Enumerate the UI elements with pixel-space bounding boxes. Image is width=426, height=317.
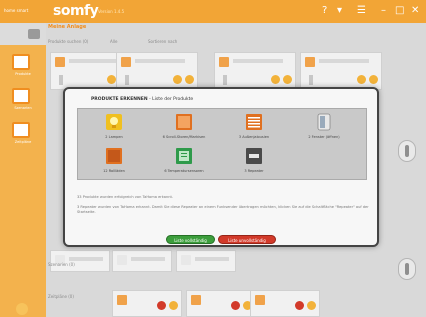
toolbar: Produkte suchen (0) Alle Sortieren nach: [48, 37, 418, 49]
sort-dropdown[interactable]: Sortieren nach: [148, 39, 177, 44]
settings-icon[interactable]: [16, 303, 28, 315]
dialog-title: PRODUKTE ERKENNEN - Liste der Produkte: [91, 97, 194, 102]
sidebar-item-label: Produkte: [15, 72, 31, 76]
product-windows[interactable]: 2 Fenster (öffnen): [294, 113, 354, 143]
sidebar-item-products[interactable]: Produkte: [0, 50, 46, 84]
sidebar-item-scenarios[interactable]: Szenarien: [0, 84, 46, 118]
user-icon[interactable]: ▾: [337, 5, 342, 17]
schedule-icon: [12, 122, 30, 138]
repeater-icon: [246, 148, 262, 164]
help-icon[interactable]: ?: [322, 5, 327, 17]
product-icon: [12, 54, 30, 70]
scenario-icon: [12, 88, 30, 104]
detection-summary: 33 Produkte wurden erfolgreich von TaHom…: [77, 195, 174, 199]
version-text: Version 1.4.5: [98, 9, 125, 14]
brand-text: home smart: [4, 8, 29, 13]
list-complete-button[interactable]: Liste vollständig: [166, 235, 215, 244]
product-caption: 6 Scroll-Storen/Markisen: [162, 135, 206, 139]
awning-icon: [176, 114, 192, 130]
list-incomplete-button[interactable]: Liste unvollständig: [218, 235, 276, 244]
scenario-tile[interactable]: [50, 250, 110, 272]
product-caption: 6 Temperatursensoren: [164, 169, 204, 173]
scenario-tile[interactable]: [112, 250, 172, 272]
close-icon[interactable]: ✕: [411, 5, 419, 17]
minimize-icon[interactable]: –: [381, 5, 386, 17]
scenario-remote-button[interactable]: [398, 258, 416, 280]
product-list-panel: 2 Lampen 6 Scroll-Storen/Markisen 3 Auße…: [77, 108, 367, 180]
product-tile[interactable]: [214, 52, 296, 90]
schedule-tile[interactable]: [112, 290, 182, 317]
section-label-scenarios: Szenarien (0): [48, 262, 75, 267]
section-label-schedules: Zeitpläne (0): [48, 294, 74, 299]
schedule-tile[interactable]: [186, 290, 256, 317]
somfy-logo: somfy: [53, 3, 99, 19]
schedule-tile[interactable]: [250, 290, 320, 317]
filter-all-label[interactable]: Alle: [110, 39, 117, 44]
maximize-icon[interactable]: □: [395, 5, 404, 17]
sidebar: Produkte Szenarien Zeitpläne: [0, 23, 46, 317]
product-caption: 3 Repeater: [244, 169, 264, 173]
lamp-icon: [106, 114, 122, 130]
product-blinds[interactable]: 3 Außenjalousien: [224, 113, 284, 143]
product-lamps[interactable]: 2 Lampen: [84, 113, 144, 143]
product-caption: 12 Rollläden: [103, 169, 125, 173]
product-tile[interactable]: [300, 52, 382, 90]
window-icon: [317, 113, 331, 131]
product-awnings[interactable]: 6 Scroll-Storen/Markisen: [154, 113, 214, 143]
top-bar: home smart somfy Version 1.4.5 ? ▾ ☰ – □…: [0, 0, 426, 23]
search-products-label[interactable]: Produkte suchen (0): [48, 39, 88, 44]
sidebar-item-schedules[interactable]: Zeitpläne: [0, 118, 46, 152]
blind-icon: [246, 114, 262, 130]
product-sensors[interactable]: 6 Temperatursensoren: [154, 147, 214, 177]
scenario-tile[interactable]: [176, 250, 236, 272]
product-caption: 2 Fenster (öffnen): [308, 135, 340, 139]
product-repeaters[interactable]: 3 Repeater: [224, 147, 284, 177]
sidebar-header: [0, 23, 46, 45]
shutter-icon: [106, 148, 122, 164]
sidebar-item-label: Szenarien: [14, 106, 32, 110]
collapse-arrow-icon[interactable]: [28, 29, 40, 39]
product-tile[interactable]: [116, 52, 198, 90]
page-title: Meine Anlage: [48, 24, 87, 30]
product-detection-dialog: PRODUKTE ERKENNEN - Liste der Produkte 2…: [63, 87, 379, 247]
sensor-icon: [176, 148, 192, 164]
sidebar-item-label: Zeitpläne: [14, 140, 32, 144]
product-caption: 3 Außenjalousien: [238, 135, 270, 139]
repeater-note: 3 Repeater wurden von TaHoma erkannt. Da…: [77, 205, 369, 214]
product-remote-button[interactable]: [398, 140, 416, 162]
product-caption: 2 Lampen: [105, 135, 123, 139]
menu-icon[interactable]: ☰: [357, 5, 366, 17]
product-shutters[interactable]: 12 Rollläden: [84, 147, 144, 177]
